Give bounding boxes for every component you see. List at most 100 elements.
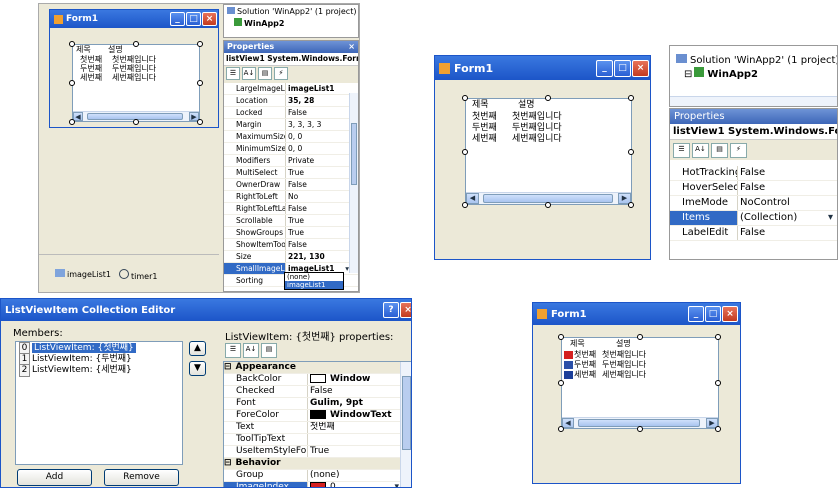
resize-handle[interactable]	[558, 380, 564, 386]
property-row[interactable]: ImeMode NoControl	[670, 196, 837, 211]
alphabetical-icon[interactable]: A↓	[242, 67, 256, 80]
move-down-button[interactable]: ▼	[189, 361, 206, 376]
close-button[interactable]: ×	[400, 302, 411, 318]
members-list[interactable]: 0 ListViewItem: {첫번째} 1 ListViewItem: {두번째}…	[15, 341, 183, 465]
resize-handle[interactable]	[197, 41, 203, 47]
member-item[interactable]: 1 ListViewItem: {두번째}	[16, 353, 182, 366]
property-value[interactable]: True	[286, 215, 352, 226]
property-row[interactable]: LargeImageListimageList1	[224, 83, 358, 95]
alphabetical-icon[interactable]: A↓	[692, 143, 709, 158]
minimize-button[interactable]: _	[688, 306, 704, 322]
resize-handle[interactable]	[628, 149, 634, 155]
expand-icon[interactable]: ⊟	[684, 69, 692, 80]
list-item[interactable]: 첫번째 첫번째입니다	[73, 55, 199, 64]
resize-handle[interactable]	[197, 80, 203, 86]
project-node[interactable]: WinApp2	[224, 18, 358, 28]
resize-handle[interactable]	[558, 426, 564, 432]
property-value[interactable]: Gulim, 9pt	[308, 398, 402, 409]
property-row[interactable]: MinimumSize 0, 0	[224, 143, 358, 155]
property-value[interactable]: True	[286, 167, 352, 178]
dropdown-arrow-icon[interactable]: ▾	[828, 211, 833, 225]
property-row[interactable]: Font Gulim, 9pt	[224, 398, 411, 410]
editor-property-grid[interactable]: ⊟ Appearance BackColor Window Checked False F…	[223, 361, 411, 487]
list-item[interactable]: 세번째 세번째입니다	[466, 134, 631, 145]
resize-handle[interactable]	[197, 119, 203, 125]
resize-handle[interactable]	[69, 80, 75, 86]
help-button[interactable]: ?	[383, 302, 399, 318]
resize-handle[interactable]	[133, 41, 139, 47]
solution-node[interactable]: Solution 'WinApp2' (1 project)	[224, 5, 358, 18]
property-value[interactable]: (Collection) ▾	[738, 211, 836, 225]
property-row[interactable]: MaximumSize 0, 0	[224, 131, 358, 143]
scroll-thumb[interactable]	[402, 376, 411, 450]
property-value[interactable]: False	[286, 107, 352, 118]
horizontal-scrollbar[interactable]	[670, 96, 837, 106]
property-row[interactable]: Checked False	[224, 386, 411, 398]
properties-icon[interactable]: ▤	[258, 67, 272, 80]
property-row[interactable]: Group (none)	[224, 470, 411, 482]
property-row[interactable]: UseItemStyleForSuTrue	[224, 446, 411, 458]
property-row[interactable]: Size 221, 130	[224, 251, 358, 263]
list-item[interactable]: 세번째 세번째입니다	[562, 370, 718, 380]
resize-handle[interactable]	[462, 202, 468, 208]
property-value[interactable]: False	[286, 203, 352, 214]
resize-handle[interactable]	[133, 119, 139, 125]
list-item[interactable]: 두번째 두번째입니다	[562, 360, 718, 370]
resize-handle[interactable]	[545, 202, 551, 208]
property-value[interactable]: False	[738, 181, 836, 195]
resize-handle[interactable]	[637, 334, 643, 340]
property-row[interactable]: MultiSelect True	[224, 167, 358, 179]
object-selector[interactable]: listView1 System.Windows.Forms	[670, 124, 837, 140]
resize-handle[interactable]	[69, 41, 75, 47]
property-row[interactable]: ShowGroups True	[224, 227, 358, 239]
close-icon[interactable]: ×	[348, 41, 355, 53]
tray-item-timer[interactable]: timer1	[119, 269, 157, 281]
maximize-button[interactable]: □	[614, 60, 631, 77]
vertical-scrollbar[interactable]	[400, 362, 411, 487]
listview[interactable]: 제목 설명 첫번째 첫번째입니다 두번째 두번째입니다 세번째 세번째입니다 ◀ ▶	[465, 98, 632, 205]
listview[interactable]: 제목 설명 첫번째 첫번째입니다 두번째 두번째입니다 세번째 세번째입니다 ◀ ▶	[72, 44, 200, 122]
close-button[interactable]: ×	[722, 306, 738, 322]
property-row[interactable]: RightToLeftLayoFalse	[224, 203, 358, 215]
categorized-icon[interactable]: ☰	[673, 143, 690, 158]
events-icon[interactable]: ⚡	[274, 67, 288, 80]
property-row[interactable]: ToolTipText	[224, 434, 411, 446]
property-value[interactable]: WindowText	[308, 410, 402, 421]
alphabetical-icon[interactable]: A↓	[243, 343, 259, 358]
maximize-button[interactable]: □	[186, 12, 201, 26]
property-value[interactable]: (none)	[308, 470, 402, 481]
remove-button[interactable]: Remove	[104, 469, 179, 486]
property-value[interactable]: True	[308, 446, 402, 457]
property-row[interactable]: Locked False	[224, 107, 358, 119]
property-row[interactable]: ForeColor WindowText	[224, 410, 411, 422]
list-item[interactable]: 두번째 두번째입니다	[466, 123, 631, 134]
scroll-left-button[interactable]: ◀	[562, 418, 574, 428]
property-value[interactable]	[308, 434, 402, 445]
dropdown-list[interactable]: (none) imageList1	[284, 272, 344, 290]
member-item[interactable]: 0 ListViewItem: {첫번째}	[16, 342, 182, 355]
property-value[interactable]: 3, 3, 3, 3	[286, 119, 352, 130]
property-value[interactable]: imageList1	[286, 83, 352, 94]
property-row[interactable]: OwnerDraw False	[224, 179, 358, 191]
column-header-title[interactable]: 제목	[562, 338, 610, 350]
property-row[interactable]: Location 35, 28	[224, 95, 358, 107]
properties-icon[interactable]: ▤	[711, 143, 728, 158]
resize-handle[interactable]	[558, 334, 564, 340]
column-header-desc[interactable]: 설명	[512, 99, 535, 112]
property-row[interactable]: BackColor Window	[224, 374, 411, 386]
property-row[interactable]: HoverSelectionFalse	[670, 181, 837, 196]
column-header-title[interactable]: 제목	[73, 45, 108, 55]
resize-handle[interactable]	[715, 380, 721, 386]
close-button[interactable]: ×	[202, 12, 217, 26]
dropdown-arrow-icon[interactable]: ▾	[394, 482, 399, 487]
property-value[interactable]: False	[286, 179, 352, 190]
properties-icon[interactable]: ▤	[261, 343, 277, 358]
vertical-scrollbar[interactable]	[349, 93, 358, 273]
property-value[interactable]: NoControl	[738, 196, 836, 210]
column-header-desc[interactable]: 설명	[108, 45, 123, 55]
list-item[interactable]: 두번째 두번째입니다	[73, 64, 199, 73]
resize-handle[interactable]	[462, 95, 468, 101]
property-row[interactable]: Modifiers Private	[224, 155, 358, 167]
property-row[interactable]: HotTracking False	[670, 166, 837, 181]
property-row[interactable]: Scrollable True	[224, 215, 358, 227]
